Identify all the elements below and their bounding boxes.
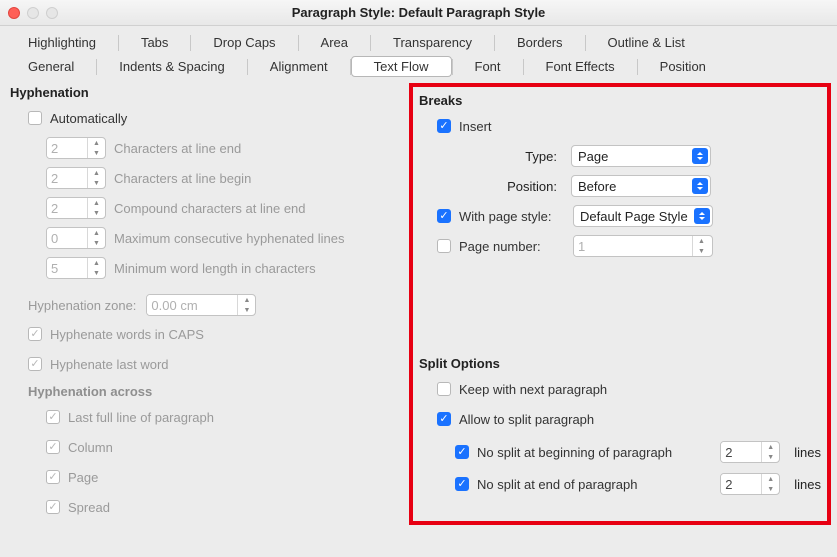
nosplit-end-stepper[interactable]: ▲▼ xyxy=(720,473,780,495)
chars-line-begin-label: Characters at line begin xyxy=(114,171,251,186)
keep-with-next-label: Keep with next paragraph xyxy=(459,382,607,397)
tab-tabs[interactable]: Tabs xyxy=(119,32,190,53)
chars-line-end-stepper[interactable]: ▲▼ xyxy=(46,137,106,159)
across-spread-checkbox[interactable] xyxy=(46,500,60,514)
across-column-checkbox[interactable] xyxy=(46,440,60,454)
tab-bar: Highlighting Tabs Drop Caps Area Transpa… xyxy=(0,26,837,77)
chevron-updown-icon xyxy=(692,148,708,164)
across-column-label: Column xyxy=(68,440,113,455)
position-value: Before xyxy=(578,179,616,194)
tab-font-effects[interactable]: Font Effects xyxy=(524,56,637,77)
tab-general[interactable]: General xyxy=(6,56,96,77)
min-word-length-stepper[interactable]: ▲▼ xyxy=(46,257,106,279)
nosplit-begin-label: No split at beginning of paragraph xyxy=(477,445,672,460)
page-style-value: Default Page Style xyxy=(580,209,688,224)
tab-highlighting[interactable]: Highlighting xyxy=(6,32,118,53)
nosplit-end-checkbox[interactable] xyxy=(455,477,469,491)
max-consecutive-stepper[interactable]: ▲▼ xyxy=(46,227,106,249)
automatically-label: Automatically xyxy=(50,111,127,126)
automatically-checkbox[interactable] xyxy=(28,111,42,125)
chars-line-end-label: Characters at line end xyxy=(114,141,241,156)
across-last-line-label: Last full line of paragraph xyxy=(68,410,214,425)
page-number-label: Page number: xyxy=(459,239,565,254)
tab-transparency[interactable]: Transparency xyxy=(371,32,494,53)
page-number-checkbox[interactable] xyxy=(437,239,451,253)
hyphenation-across-heading: Hyphenation across xyxy=(28,384,405,399)
max-consecutive-label: Maximum consecutive hyphenated lines xyxy=(114,231,345,246)
compound-chars-stepper[interactable]: ▲▼ xyxy=(46,197,106,219)
tab-drop-caps[interactable]: Drop Caps xyxy=(191,32,297,53)
allow-split-label: Allow to split paragraph xyxy=(459,412,594,427)
nosplit-end-label: No split at end of paragraph xyxy=(477,477,637,492)
minimize-icon[interactable] xyxy=(27,7,39,19)
tab-font[interactable]: Font xyxy=(453,56,523,77)
close-icon[interactable] xyxy=(8,7,20,19)
breaks-heading: Breaks xyxy=(419,93,821,108)
tab-alignment[interactable]: Alignment xyxy=(248,56,350,77)
hyphenate-caps-label: Hyphenate words in CAPS xyxy=(50,327,204,342)
nosplit-begin-checkbox[interactable] xyxy=(455,445,469,459)
across-page-label: Page xyxy=(68,470,98,485)
insert-label: Insert xyxy=(459,119,492,134)
chevron-updown-icon xyxy=(692,178,708,194)
page-style-select[interactable]: Default Page Style xyxy=(573,205,713,227)
tab-indents-spacing[interactable]: Indents & Spacing xyxy=(97,56,247,77)
across-last-line-checkbox[interactable] xyxy=(46,410,60,424)
hyphenation-heading: Hyphenation xyxy=(10,85,405,100)
hyphenation-zone-stepper[interactable]: ▲▼ xyxy=(146,294,256,316)
split-options-heading: Split Options xyxy=(419,356,821,371)
type-value: Page xyxy=(578,149,608,164)
across-spread-label: Spread xyxy=(68,500,110,515)
hyphenate-last-word-checkbox[interactable] xyxy=(28,357,42,371)
lines-label: lines xyxy=(794,445,821,460)
type-select[interactable]: Page xyxy=(571,145,711,167)
compound-chars-label: Compound characters at line end xyxy=(114,201,306,216)
tab-borders[interactable]: Borders xyxy=(495,32,585,53)
title-bar: Paragraph Style: Default Paragraph Style xyxy=(0,0,837,26)
lines-label: lines xyxy=(794,477,821,492)
hyphenate-last-word-label: Hyphenate last word xyxy=(50,357,169,372)
insert-checkbox[interactable] xyxy=(437,119,451,133)
page-number-stepper[interactable]: ▲▼ xyxy=(573,235,713,257)
with-page-style-label: With page style: xyxy=(459,209,565,224)
chars-line-begin-stepper[interactable]: ▲▼ xyxy=(46,167,106,189)
maximize-icon[interactable] xyxy=(46,7,58,19)
window-title: Paragraph Style: Default Paragraph Style xyxy=(0,5,837,20)
tab-area[interactable]: Area xyxy=(299,32,370,53)
nosplit-begin-stepper[interactable]: ▲▼ xyxy=(720,441,780,463)
type-label: Type: xyxy=(437,149,557,164)
across-page-checkbox[interactable] xyxy=(46,470,60,484)
allow-split-checkbox[interactable] xyxy=(437,412,451,426)
keep-with-next-checkbox[interactable] xyxy=(437,382,451,396)
with-page-style-checkbox[interactable] xyxy=(437,209,451,223)
tab-text-flow[interactable]: Text Flow xyxy=(351,56,452,77)
tab-outline-list[interactable]: Outline & List xyxy=(586,32,707,53)
position-select[interactable]: Before xyxy=(571,175,711,197)
min-word-length-label: Minimum word length in characters xyxy=(114,261,316,276)
position-label: Position: xyxy=(437,179,557,194)
hyphenation-zone-label: Hyphenation zone: xyxy=(28,298,136,313)
hyphenate-caps-checkbox[interactable] xyxy=(28,327,42,341)
tab-position[interactable]: Position xyxy=(638,56,728,77)
window-controls xyxy=(8,7,58,19)
chevron-updown-icon xyxy=(694,208,710,224)
